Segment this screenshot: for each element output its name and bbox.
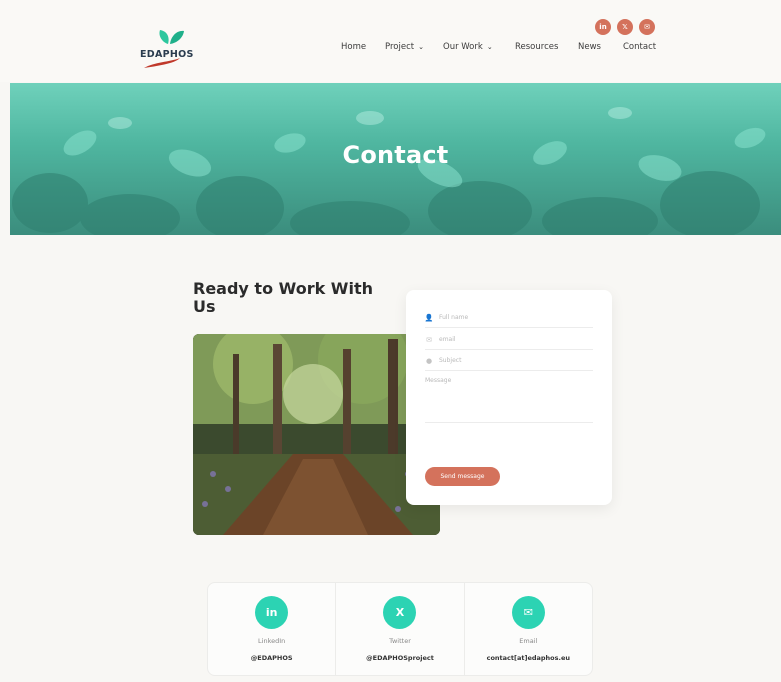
nav-contact[interactable]: Contact: [623, 42, 656, 52]
hero-banner: Contact: [10, 83, 781, 235]
fullname-field: 👤: [425, 308, 593, 328]
card-label: Twitter: [389, 637, 411, 645]
contact-form: 👤 ✉ ● Send message: [406, 290, 612, 505]
send-message-button[interactable]: Send message: [425, 467, 500, 486]
nav-resources[interactable]: Resources: [515, 42, 558, 52]
site-header: EDAPHOS in 𝕏 ✉ Home Project ⌄ Our Work ⌄ R…: [0, 0, 781, 82]
email-field: ✉: [425, 330, 593, 350]
nav-project-label: Project: [385, 42, 415, 52]
card-value[interactable]: @EDAPHOSproject: [336, 654, 463, 662]
card-value[interactable]: @EDAPHOS: [208, 654, 335, 662]
chevron-down-icon: ⌄: [418, 43, 424, 51]
card-label: LinkedIn: [258, 637, 286, 645]
envelope-icon: ✉: [426, 335, 432, 344]
mail-icon[interactable]: ✉: [511, 596, 545, 629]
user-icon: 👤: [424, 313, 434, 322]
nav-our-work-label: Our Work: [443, 42, 483, 52]
section-heading: Ready to Work With Us: [193, 279, 373, 316]
forest-photo: [193, 334, 440, 535]
nav-project[interactable]: Project ⌄: [385, 42, 424, 52]
chevron-down-icon: ⌄: [486, 43, 493, 51]
forest-image: [193, 334, 440, 535]
page-title: Contact: [342, 141, 449, 169]
contact-cards: in LinkedIn @EDAPHOS X Twitter @EDAPHOSp…: [207, 582, 593, 676]
x-icon[interactable]: 𝕏: [617, 19, 633, 35]
subject-field: ●: [425, 351, 593, 371]
social-links-top: in 𝕏 ✉: [595, 19, 655, 35]
fullname-input[interactable]: [439, 314, 579, 321]
main-nav: Home Project ⌄ Our Work ⌄ Resources News C…: [0, 42, 781, 56]
card-value[interactable]: contact[at]edaphos.eu: [465, 654, 592, 662]
card-email: ✉ Email contact[at]edaphos.eu: [465, 583, 592, 675]
email-input[interactable]: [439, 336, 579, 343]
card-linkedin: in LinkedIn @EDAPHOS: [208, 583, 337, 675]
nav-our-work[interactable]: Our Work ⌄: [443, 42, 493, 52]
linkedin-icon[interactable]: in: [595, 19, 611, 35]
nav-home[interactable]: Home: [341, 42, 366, 52]
mail-icon[interactable]: ✉: [639, 19, 655, 35]
message-input[interactable]: [425, 377, 593, 423]
x-icon[interactable]: X: [383, 596, 417, 629]
nav-news[interactable]: News: [578, 42, 601, 52]
info-icon: ●: [425, 356, 433, 365]
card-label: Email: [519, 637, 538, 645]
card-twitter: X Twitter @EDAPHOSproject: [336, 583, 465, 675]
subject-input[interactable]: [439, 357, 579, 364]
linkedin-icon[interactable]: in: [255, 596, 289, 629]
